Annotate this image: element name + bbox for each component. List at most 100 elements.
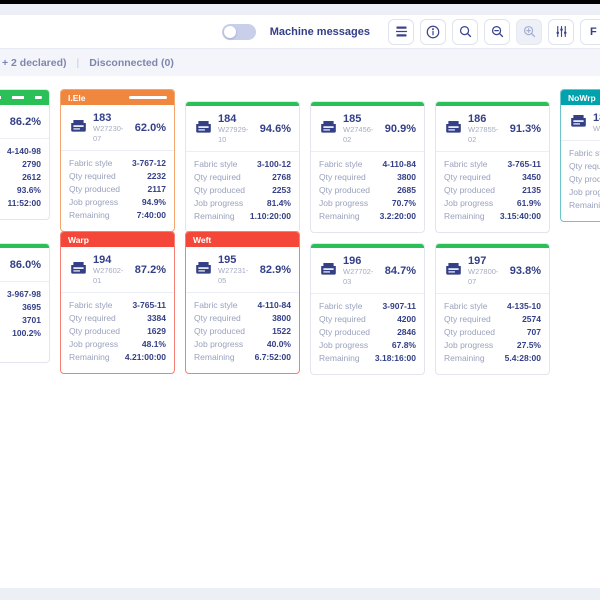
stat-row: Qty produced 2685 — [319, 184, 416, 197]
machine-messages-toggle[interactable] — [222, 24, 256, 40]
stat-label: Job progress — [444, 197, 493, 210]
machine-card[interactable]: Warp 194 W27602-01 87.2% Fabric style 3-… — [60, 231, 175, 374]
stat-label: Remaining — [444, 210, 485, 223]
machine-ident: 195 W27231-05 — [218, 254, 255, 286]
stat-label: Qty produced — [194, 184, 245, 197]
stat-row: Fabric style 3-907-11 — [319, 300, 416, 313]
stat-label: Qty produced — [444, 184, 495, 197]
tab-disconnected[interactable]: Disconnected (0) — [89, 57, 174, 69]
stat-row: Remaining 7:40:00 — [69, 209, 166, 222]
loom-machine-icon — [69, 260, 88, 280]
tab-connected-partial[interactable]: + 2 declared) — [2, 57, 67, 69]
machine-card[interactable]: 197 W27800-07 93.8% Fabric style 4-135-1… — [435, 243, 550, 375]
machine-number: 194 — [93, 254, 130, 266]
stat-row: Remaining 11:52:00 — [0, 197, 41, 210]
stat-value: 5.4:28:00 — [505, 352, 541, 365]
machine-efficiency: 91.3% — [510, 123, 541, 135]
stat-label: Fabric style — [194, 158, 237, 171]
stat-value: 100.2% — [12, 327, 41, 340]
stat-value: 1.10:20:00 — [250, 210, 291, 223]
machine-number: 186 — [468, 113, 505, 125]
stat-value: 2135 — [522, 184, 541, 197]
machine-efficiency: 86.2% — [10, 116, 41, 128]
stat-row: Fabric style — [569, 147, 600, 160]
stat-row: Qty required 2768 — [194, 171, 291, 184]
stat-row: Qty required 3384 — [69, 312, 166, 325]
card-status-label: Warp — [68, 235, 89, 245]
stat-row: Qty produced 2253 — [194, 184, 291, 197]
card-stats: Fabric style 3-767-12 Qty required 2232 … — [61, 150, 174, 231]
info-button[interactable] — [420, 19, 446, 45]
stat-label: Qty produced — [69, 325, 120, 338]
machine-card[interactable]: Weft 195 W27231-05 82.9% Fabric style 4-… — [185, 231, 300, 374]
f-button[interactable]: F — [580, 19, 600, 45]
stat-value: 3384 — [147, 312, 166, 325]
machine-number: 183 — [93, 112, 130, 124]
stat-value: 40.0% — [267, 338, 291, 351]
status-activity-line — [129, 96, 167, 99]
machine-ident: 196 W27702-03 — [343, 255, 380, 287]
stat-row: Qty produced 2612 — [0, 171, 41, 184]
machine-card[interactable]: 185 W27456-02 90.9% Fabric style 4-110-8… — [310, 101, 425, 233]
zoom-out-button[interactable] — [484, 19, 510, 45]
stat-value: 3-767-12 — [132, 157, 166, 170]
stat-row: Qty required 2574 — [444, 313, 541, 326]
stat-value: 3-907-11 — [382, 300, 416, 313]
stat-label: Fabric style — [444, 158, 487, 171]
stat-value: 3-100-12 — [257, 158, 291, 171]
stat-label: Qty required — [194, 312, 241, 325]
machine-ident: 187 W27 — [593, 112, 600, 134]
stat-label: Remaining — [569, 199, 600, 212]
stat-label: Job progress — [319, 339, 368, 352]
stat-row: Qty produced 707 — [444, 326, 541, 339]
stat-row: Remaining 6.7:52:00 — [194, 351, 291, 364]
stat-row: Job progress 94.9% — [69, 196, 166, 209]
stat-row: Remaining 3.18:16:00 — [319, 352, 416, 365]
machine-id: W27456-02 — [343, 125, 380, 145]
stat-label: Fabric style — [194, 299, 237, 312]
search-button[interactable] — [452, 19, 478, 45]
stat-label: Qty produced — [194, 325, 245, 338]
machine-card[interactable]: 186 W27855-02 91.3% Fabric style 3-765-1… — [435, 101, 550, 233]
filters-button[interactable] — [548, 19, 574, 45]
stat-row: Remaining 3.15:40:00 — [444, 210, 541, 223]
stat-row: Job progress 100.2% — [0, 327, 41, 340]
stat-value: 3701 — [22, 314, 41, 327]
loom-machine-icon — [69, 118, 88, 138]
card-status-header: NoWrp — [561, 90, 600, 105]
stat-label: Qty required — [69, 170, 116, 183]
stat-row: Fabric style 4-110-84 — [194, 299, 291, 312]
top-grey-band — [0, 4, 600, 15]
filters-icon — [554, 24, 569, 39]
stat-row: Qty produced 3701 — [0, 314, 41, 327]
tabs-bar: + 2 declared) | Disconnected (0) — [0, 49, 600, 76]
machine-card[interactable]: 196 W27702-03 84.7% Fabric style 3-907-1… — [310, 243, 425, 375]
zoom-in-button[interactable] — [516, 19, 542, 45]
machine-card[interactable]: 86.0% Fabric style 3-967-98 Qty required… — [0, 243, 50, 363]
stat-row: Job progress 67.8% — [319, 339, 416, 352]
machine-efficiency: 93.8% — [510, 265, 541, 277]
stat-label: Fabric style — [69, 299, 112, 312]
stat-value: 70.7% — [392, 197, 416, 210]
card-top: 184 W27929-10 94.6% — [186, 106, 299, 151]
stat-value: 1522 — [272, 325, 291, 338]
card-stats: Fabric style 3-100-12 Qty required 2768 … — [186, 151, 299, 232]
stat-row: Qty produced 2117 — [69, 183, 166, 196]
machine-card[interactable]: NoWrp 187 W27 Fabric style Qty required … — [560, 89, 600, 222]
stat-row: Fabric style 3-967-98 — [0, 288, 41, 301]
stat-label: Qty produced — [69, 183, 120, 196]
stat-row: Qty produced 2135 — [444, 184, 541, 197]
card-top: 185 W27456-02 90.9% — [311, 106, 424, 151]
machine-card[interactable]: I.Ele 183 W27230-07 62.0% Fabric style 3… — [60, 89, 175, 232]
loom-machine-icon — [444, 261, 463, 281]
machine-card[interactable]: 86.2% Fabric style 4-140-98 Qty required… — [0, 89, 50, 220]
stat-label: Job progress — [569, 186, 600, 199]
card-top: 187 W27 — [561, 105, 600, 140]
stat-row: Qty required 2790 — [0, 158, 41, 171]
loom-machine-icon — [194, 260, 213, 280]
rows-layout-button[interactable] — [388, 19, 414, 45]
card-stats: Fabric style 4-110-84 Qty required 3800 … — [186, 292, 299, 373]
machine-card[interactable]: 184 W27929-10 94.6% Fabric style 3-100-1… — [185, 101, 300, 233]
stat-value: 7:40:00 — [137, 209, 166, 222]
loom-machine-icon — [569, 113, 588, 133]
